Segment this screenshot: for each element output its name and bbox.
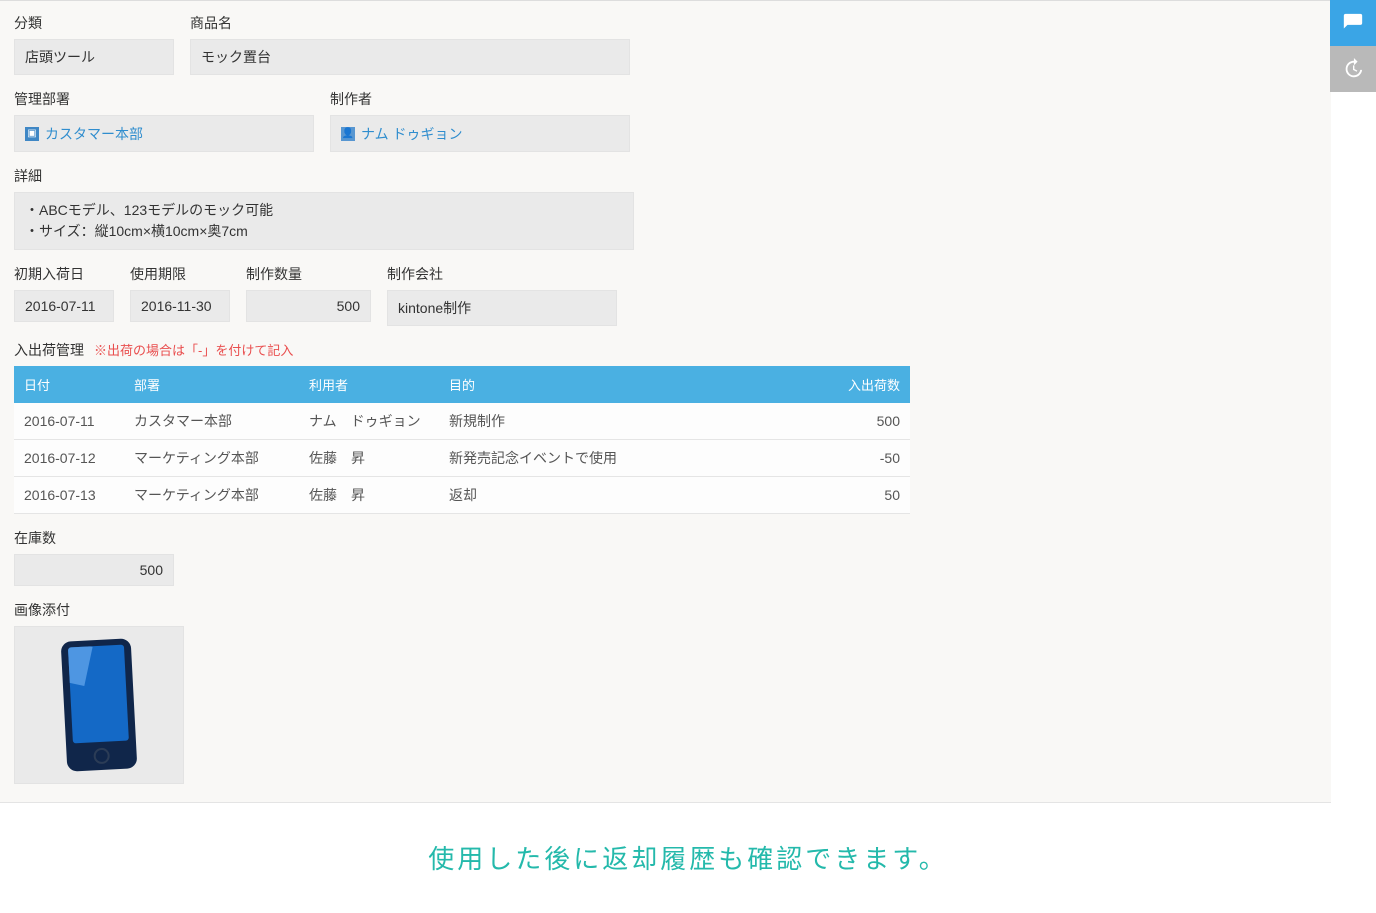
cell-dept: マーケティング本部 (124, 439, 299, 476)
author-text: ナム ドゥギョン (361, 124, 462, 144)
maker-value: kintone制作 (387, 290, 617, 326)
detail-line2: ・サイズ：縦10cm×横10cm×奥7cm (25, 221, 623, 242)
cell-purpose: 新発売記念イベントで使用 (439, 439, 800, 476)
department-link[interactable]: ▣ カスタマー本部 (25, 124, 143, 144)
cell-amount: -50 (800, 439, 910, 476)
ship-section-label: 入出荷管理 (14, 340, 84, 360)
th-purpose: 目的 (439, 366, 800, 403)
cell-date: 2016-07-13 (14, 476, 124, 513)
author-link[interactable]: 👤 ナム ドゥギョン (341, 124, 462, 144)
cell-date: 2016-07-11 (14, 403, 124, 440)
th-date: 日付 (14, 366, 124, 403)
department-text: カスタマー本部 (45, 124, 143, 144)
cell-user: 佐藤 昇 (299, 476, 439, 513)
cell-purpose: 返却 (439, 476, 800, 513)
ship-section-hint: ※出荷の場合は「-」を付けて記入 (94, 340, 293, 359)
expiry-label: 使用期限 (130, 264, 230, 284)
th-amount: 入出荷数 (800, 366, 910, 403)
arrival-value: 2016-07-11 (14, 290, 114, 322)
qty-label: 制作数量 (246, 264, 371, 284)
arrival-label: 初期入荷日 (14, 264, 114, 284)
cell-user: ナム ドゥギョン (299, 403, 439, 440)
record-detail: 分類 店頭ツール 商品名 モック置台 管理部署 ▣ カスタマー本部 制作者 👤 … (0, 1, 1331, 803)
maker-label: 制作会社 (387, 264, 617, 284)
author-value: 👤 ナム ドゥギョン (330, 115, 630, 152)
comment-icon (1342, 12, 1364, 34)
history-tab[interactable] (1330, 46, 1376, 92)
comment-tab[interactable] (1330, 0, 1376, 46)
table-row: 2016-07-12 マーケティング本部 佐藤 昇 新発売記念イベントで使用 -… (14, 439, 910, 476)
detail-value: ・ABCモデル、123モデルのモック可能 ・サイズ：縦10cm×横10cm×奥7… (14, 192, 634, 250)
detail-label: 詳細 (14, 166, 634, 186)
attachment-thumbnail[interactable] (14, 626, 184, 784)
cell-dept: マーケティング本部 (124, 476, 299, 513)
department-value: ▣ カスタマー本部 (14, 115, 314, 152)
side-tabs (1330, 0, 1376, 92)
history-icon (1342, 58, 1364, 80)
attach-label: 画像添付 (14, 600, 184, 620)
stock-label: 在庫数 (14, 528, 174, 548)
stock-value: 500 (14, 554, 174, 586)
th-dept: 部署 (124, 366, 299, 403)
category-label: 分類 (14, 13, 174, 33)
caption-text: 使用した後に返却履歴も確認できます。 (428, 839, 947, 876)
cell-date: 2016-07-12 (14, 439, 124, 476)
expiry-value: 2016-11-30 (130, 290, 230, 322)
cell-amount: 500 (800, 403, 910, 440)
phone-icon (61, 638, 138, 771)
qty-value: 500 (246, 290, 371, 322)
product-value: モック置台 (190, 39, 630, 75)
detail-line1: ・ABCモデル、123モデルのモック可能 (25, 200, 623, 221)
th-user: 利用者 (299, 366, 439, 403)
category-value: 店頭ツール (14, 39, 174, 75)
product-label: 商品名 (190, 13, 630, 33)
ship-table: 日付 部署 利用者 目的 入出荷数 2016-07-11 カスタマー本部 ナム … (14, 366, 910, 514)
cell-user: 佐藤 昇 (299, 439, 439, 476)
table-row: 2016-07-13 マーケティング本部 佐藤 昇 返却 50 (14, 476, 910, 513)
cell-amount: 50 (800, 476, 910, 513)
cell-purpose: 新規制作 (439, 403, 800, 440)
department-label: 管理部署 (14, 89, 314, 109)
table-row: 2016-07-11 カスタマー本部 ナム ドゥギョン 新規制作 500 (14, 403, 910, 440)
org-icon: ▣ (25, 127, 39, 141)
cell-dept: カスタマー本部 (124, 403, 299, 440)
caption-area: 使用した後に返却履歴も確認できます。 (0, 803, 1376, 913)
author-label: 制作者 (330, 89, 630, 109)
user-icon: 👤 (341, 127, 355, 141)
